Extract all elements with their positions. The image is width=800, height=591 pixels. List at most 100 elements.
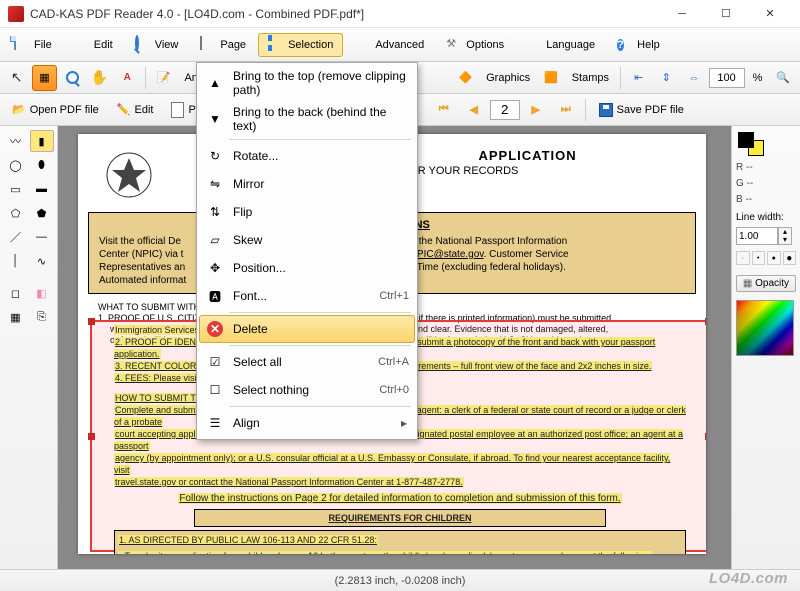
status-coords: (2.2813 inch, -0.0208 inch) [335,575,466,587]
draw-stamp[interactable]: ▦ [4,306,28,328]
tool-hand[interactable]: ✋ [87,65,113,91]
menu-edit-label: Edit [94,39,113,51]
annotations-icon[interactable]: 📝 [151,65,177,91]
draw-freehand[interactable]: 〰 [4,130,28,152]
menu-skew[interactable]: ▱Skew [199,226,415,254]
tool-text[interactable]: A [114,65,140,91]
title-bar: CAD-KAS PDF Reader 4.0 - [LO4D.com - Com… [0,0,800,28]
edit-button[interactable]: ✏️Edit [109,100,162,119]
draw-rect[interactable]: ▭ [4,178,28,200]
draw-rect-fill[interactable]: ▬ [30,178,54,200]
tool-zoom[interactable] [59,65,85,91]
menu-view[interactable]: View [125,33,189,57]
menu-rotate[interactable]: ↻Rotate... [199,142,415,170]
graphics-label[interactable]: Graphics [480,72,536,84]
lw-preset-1[interactable]: · [736,251,750,265]
stamps-label[interactable]: Stamps [566,72,615,84]
selection-handle[interactable] [88,318,95,325]
stamps-icon[interactable]: 🟧 [538,65,564,91]
menu-align[interactable]: ☰Align▸ [199,409,415,437]
save-pdf-button[interactable]: Save PDF file [591,100,692,120]
menu-select-nothing[interactable]: ☐Select nothingCtrl+0 [199,376,415,404]
linewidth-spinner[interactable]: ▴▾ [778,227,792,245]
menu-delete[interactable]: ✕Delete [199,315,415,343]
linewidth-input[interactable] [736,227,778,245]
draw-poly-fill[interactable]: ⬟ [30,202,54,224]
bring-back-label: Bring to the back (behind the text) [233,105,409,133]
menu-options[interactable]: ⚒Options [436,33,514,57]
draw-marquee[interactable]: ◻ [4,282,28,304]
minimize-button[interactable]: ─ [660,0,704,28]
graphics-icon[interactable]: 🔶 [453,65,479,91]
open-pdf-button[interactable]: 📂Open PDF file [4,100,107,119]
skew-icon: ▱ [205,230,225,250]
menu-help[interactable]: ?Help [607,33,670,57]
draw-curve[interactable]: ∿ [30,250,54,272]
selection-handle[interactable] [705,433,706,440]
nav-last[interactable]: ⏭ [552,97,580,123]
menu-advanced[interactable]: Advanced [345,33,434,57]
selection-handle[interactable] [705,318,706,325]
mirror-icon: ⇋ [205,174,225,194]
edit-label: Edit [135,104,154,116]
draw-line[interactable]: ／ [4,226,28,248]
opacity-label: Opacity [755,278,789,289]
color-panel: R -- G -- B -- Line width: ▴▾ · • ● ● ▦ … [732,126,800,569]
draw-ellipse[interactable]: ◯ [4,154,28,176]
zoom-input[interactable] [709,68,745,88]
fit-1[interactable]: ⇤ [626,65,652,91]
menu-font[interactable]: 🅰Font...Ctrl+1 [199,282,415,310]
menu-language[interactable]: Language [516,33,605,57]
menu-position[interactable]: ✥Position... [199,254,415,282]
menu-selection[interactable]: Selection [258,33,343,57]
menu-mirror[interactable]: ⇋Mirror [199,170,415,198]
color-swatches[interactable] [736,132,796,158]
lw-preset-3[interactable]: ● [767,251,781,265]
menu-page[interactable]: Page [190,33,256,57]
position-icon: ✥ [205,258,225,278]
opacity-button[interactable]: ▦ Opacity [736,275,796,292]
color-g: G -- [736,178,796,190]
save-pdf-label: Save PDF file [617,104,684,116]
foreground-color-swatch[interactable] [738,132,754,148]
menu-separator [229,312,411,313]
color-picker[interactable] [736,300,794,356]
lw-preset-2[interactable]: • [752,251,766,265]
menu-help-label: Help [637,39,660,51]
draw-highlight[interactable]: ▮ [30,130,54,152]
hl-9: 1. AS DIRECTED BY PUBLIC LAW 106-113 AND… [118,535,378,545]
fit-2[interactable]: ⇕ [653,65,679,91]
open-pdf-label: Open PDF file [30,104,99,116]
linewidth-label: Line width: [736,212,796,223]
selection-handle[interactable] [88,433,95,440]
nav-prev[interactable]: ◀ [460,97,488,123]
menu-edit[interactable]: Edit [64,33,123,57]
maximize-button[interactable]: ☐ [704,0,748,28]
draw-vline[interactable]: │ [4,250,28,272]
draw-eraser[interactable]: ◧ [30,282,54,304]
menu-flip[interactable]: ⇅Flip [199,198,415,226]
draw-ellipse-fill[interactable]: ⬮ [30,154,54,176]
zoom-pct: % [747,72,769,84]
page-number-input[interactable] [490,100,520,120]
draw-poly[interactable]: ⬠ [4,202,28,224]
select-nothing-label: Select nothing [233,383,371,397]
menu-select-all[interactable]: ☑Select allCtrl+A [199,348,415,376]
nav-next[interactable]: ▶ [522,97,550,123]
draw-clone[interactable]: ⎘ [30,306,54,328]
ybox-l3a: Representatives an [99,262,185,273]
lw-preset-4[interactable]: ● [783,251,797,265]
menu-bring-to-top[interactable]: ▲Bring to the top (remove clipping path) [199,65,415,101]
tool-select[interactable]: ▦ [32,65,58,91]
tool-pointer[interactable]: ↖ [4,65,30,91]
fit-3[interactable]: ⇔ [681,65,707,91]
color-r: R -- [736,162,796,174]
close-button[interactable]: ✕ [748,0,792,28]
zoom-refresh[interactable]: 🔍 [770,65,796,91]
separator [145,67,146,89]
draw-hline[interactable]: — [30,226,54,248]
nav-first[interactable]: ⏮ [430,97,458,123]
menu-bring-to-back[interactable]: ▼Bring to the back (behind the text) [199,101,415,137]
menu-file[interactable]: File [4,33,62,57]
status-bar: (2.2813 inch, -0.0208 inch) [0,569,800,591]
